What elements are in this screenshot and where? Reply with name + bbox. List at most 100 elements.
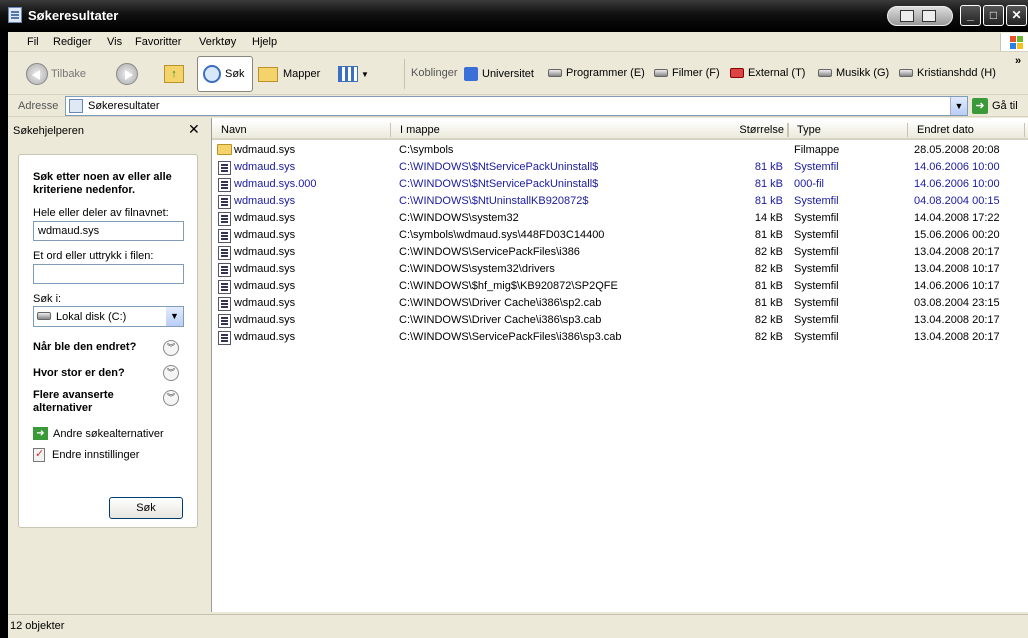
drive-icon xyxy=(654,69,668,77)
views-button[interactable]: ▼ xyxy=(338,56,369,92)
table-row[interactable]: wdmaud.sys C:\symbols Filmappe 28.05.2008 2… xyxy=(212,142,1028,159)
column-divider[interactable] xyxy=(1024,123,1025,137)
cell-size: 82 kB xyxy=(754,246,783,258)
cell-name: wdmaud.sys xyxy=(234,246,296,258)
col-size[interactable]: Størrelse xyxy=(738,124,784,136)
address-dropdown-icon[interactable]: ▼ xyxy=(950,97,967,115)
go-arrow-icon: ➜ xyxy=(972,98,988,114)
cell-size: 82 kB xyxy=(754,263,783,275)
close-button[interactable]: ✕ xyxy=(1006,5,1027,26)
cell-modified: 03.08.2004 23:15 xyxy=(914,297,1000,309)
links-label: Koblinger xyxy=(411,67,458,79)
menu-favoritter[interactable]: Favoritter xyxy=(135,36,181,48)
title-bar[interactable]: Søkeresultater _ □ ✕ xyxy=(0,0,1028,32)
cell-folder: C:\WINDOWS\$NtUninstallKB920872$ xyxy=(399,195,589,207)
go-button[interactable]: ➜ Gå til xyxy=(972,98,1018,114)
table-row[interactable]: wdmaud.sys C:\WINDOWS\Driver Cache\i386\s… xyxy=(212,312,1028,329)
address-input[interactable]: Søkeresultater ▼ xyxy=(65,96,968,116)
system-file-icon xyxy=(218,178,231,192)
col-modified[interactable]: Endret dato xyxy=(917,124,974,136)
tray-controls-icon[interactable] xyxy=(887,6,953,26)
table-row[interactable]: wdmaud.sys C:\WINDOWS\$hf_mig$\KB920872\S… xyxy=(212,278,1028,295)
close-pane-icon[interactable]: ✕ xyxy=(188,121,200,138)
column-header: Navn I mappe Størrelse Type Endret dato xyxy=(212,120,1028,140)
toolbar-separator xyxy=(404,59,405,89)
other-options-link[interactable]: ➜ Andre søkealternativer xyxy=(33,427,164,440)
cell-type: Systemfil xyxy=(794,161,839,173)
folders-button[interactable]: Mapper xyxy=(258,56,320,92)
link-universitet[interactable]: Universitet xyxy=(464,67,534,81)
cell-modified: 13.04.2008 20:17 xyxy=(914,331,1000,343)
back-button[interactable]: Tilbake xyxy=(26,56,86,92)
menu-fil[interactable]: Fil xyxy=(27,36,39,48)
col-type[interactable]: Type xyxy=(797,124,821,136)
cell-type: Filmappe xyxy=(794,144,840,156)
lookin-select[interactable]: Lokal disk (C:) ▼ xyxy=(33,306,184,327)
cell-size: 81 kB xyxy=(754,297,783,309)
table-row[interactable]: wdmaud.sys C:\WINDOWS\ServicePackFiles\i3… xyxy=(212,329,1028,346)
cell-modified: 04.08.2004 00:15 xyxy=(914,195,1000,207)
col-name[interactable]: Navn xyxy=(221,124,247,136)
go-label: Gå til xyxy=(992,100,1018,112)
link-filmer[interactable]: Filmer (F) xyxy=(654,67,720,79)
expand-chevron-icon[interactable]: ︾ xyxy=(163,340,179,356)
cell-name: wdmaud.sys xyxy=(234,161,296,173)
expand-chevron-icon[interactable]: ︾ xyxy=(163,365,179,381)
cell-size: 81 kB xyxy=(754,229,783,241)
pane-header: Søkehjelperen ✕ xyxy=(8,118,209,142)
table-row[interactable]: wdmaud.sys.000 C:\WINDOWS\$NtServicePackU… xyxy=(212,176,1028,193)
menu-vis[interactable]: Vis xyxy=(107,36,122,48)
checklist-icon xyxy=(33,447,45,462)
link-label: Kristianshdd (H) xyxy=(917,67,996,79)
cell-name: wdmaud.sys xyxy=(234,331,296,343)
system-file-icon xyxy=(218,314,231,328)
column-divider[interactable] xyxy=(788,123,789,137)
phrase-input[interactable] xyxy=(33,264,184,284)
column-divider[interactable] xyxy=(907,123,908,137)
option-label: Endre innstillinger xyxy=(52,449,140,461)
cell-modified: 14.06.2006 10:00 xyxy=(914,178,1000,190)
drive-icon xyxy=(37,312,51,320)
menu-verktoy[interactable]: Verktøy xyxy=(199,36,236,48)
column-divider[interactable] xyxy=(390,123,391,137)
expand-chevron-icon[interactable]: ︾ xyxy=(163,390,179,406)
advanced-expander[interactable]: Flere avanserte alternativer xyxy=(33,389,158,415)
col-folder[interactable]: I mappe xyxy=(400,124,440,136)
cell-name: wdmaud.sys xyxy=(234,263,296,275)
explorer-window: Søkeresultater _ □ ✕ Fil Rediger Vis Fav… xyxy=(0,0,1028,638)
filename-input[interactable] xyxy=(33,221,184,241)
window-frame xyxy=(0,32,8,638)
change-preferences-link[interactable]: Endre innstillinger xyxy=(33,447,140,462)
link-kristianshdd[interactable]: Kristianshdd (H) xyxy=(899,67,996,79)
filename-label: Hele eller deler av filnavnet: xyxy=(33,207,169,219)
cell-size: 81 kB xyxy=(754,178,783,190)
up-folder-button[interactable]: ↑ xyxy=(164,56,184,92)
cell-type: Systemfil xyxy=(794,297,839,309)
toolbar-overflow-icon[interactable]: » xyxy=(1015,55,1021,67)
search-button[interactable]: Søk xyxy=(197,56,253,92)
forward-button[interactable] xyxy=(116,56,141,92)
table-row[interactable]: wdmaud.sys C:\WINDOWS\system32 14 kB System… xyxy=(212,210,1028,227)
search-label: Søk xyxy=(225,68,245,80)
search-submit-button[interactable]: Søk xyxy=(109,497,183,519)
expander-label: Når ble den endret? xyxy=(33,341,137,353)
toolbar: Tilbake ↑ Søk Mapper ▼ Koblinger Univers… xyxy=(8,53,1028,95)
table-row[interactable]: wdmaud.sys C:\WINDOWS\ServicePackFiles\i3… xyxy=(212,244,1028,261)
table-row[interactable]: wdmaud.sys C:\WINDOWS\$NtServicePackUnins… xyxy=(212,159,1028,176)
menu-rediger[interactable]: Rediger xyxy=(53,36,92,48)
cell-folder: C:\WINDOWS\Driver Cache\i386\sp2.cab xyxy=(399,297,602,309)
system-file-icon xyxy=(218,161,231,175)
table-row[interactable]: wdmaud.sys C:\WINDOWS\system32\drivers 82 … xyxy=(212,261,1028,278)
menu-hjelp[interactable]: Hjelp xyxy=(252,36,277,48)
table-row[interactable]: wdmaud.sys C:\symbols\wdmaud.sys\448FD03C… xyxy=(212,227,1028,244)
table-row[interactable]: wdmaud.sys C:\WINDOWS\$NtUninstallKB92087… xyxy=(212,193,1028,210)
cell-type: Systemfil xyxy=(794,263,839,275)
link-musikk[interactable]: Musikk (G) xyxy=(818,67,889,79)
table-row[interactable]: wdmaud.sys C:\WINDOWS\Driver Cache\i386\s… xyxy=(212,295,1028,312)
cell-type: Systemfil xyxy=(794,331,839,343)
minimize-button[interactable]: _ xyxy=(960,5,981,26)
system-file-icon xyxy=(218,246,231,260)
link-external[interactable]: External (T) xyxy=(730,67,805,79)
maximize-button[interactable]: □ xyxy=(983,5,1004,26)
link-programmer[interactable]: Programmer (E) xyxy=(548,67,645,79)
